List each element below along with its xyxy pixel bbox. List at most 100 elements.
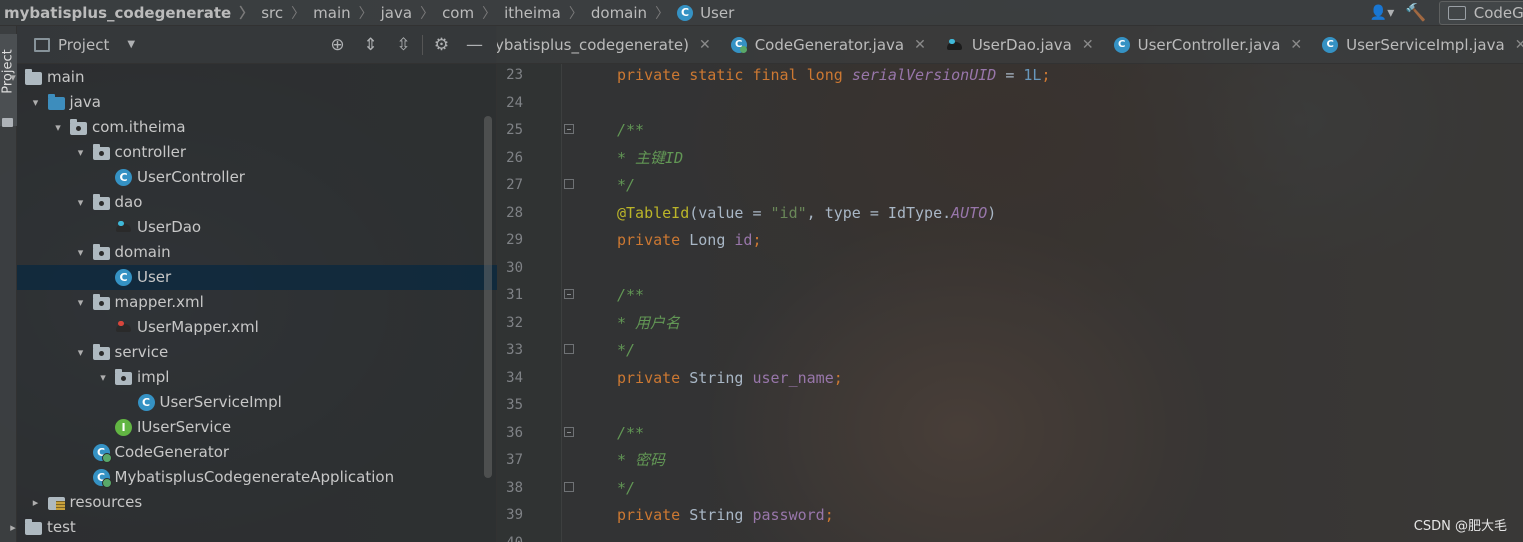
expand-all-icon[interactable]: ⇕	[354, 26, 387, 64]
tree-item[interactable]: C MybatisplusCodegenerateApplication	[17, 465, 497, 490]
fold-end-icon[interactable]	[564, 179, 574, 189]
toolbar-divider	[422, 35, 423, 55]
run-configuration-selector[interactable]: CodeG	[1439, 1, 1523, 25]
folder-icon	[25, 69, 42, 85]
breadcrumb-src[interactable]: src 〉	[261, 3, 313, 23]
code-text: private String password;	[617, 506, 834, 524]
fold-end-icon[interactable]	[564, 344, 574, 354]
editor-tab[interactable]: ybatisplus_codegenerate) ✕	[497, 26, 721, 63]
breadcrumb-main[interactable]: main 〉	[313, 3, 380, 23]
breadcrumb-domain[interactable]: domain 〉	[591, 3, 677, 23]
chevron-down-icon[interactable]: ▾	[97, 365, 109, 390]
chevron-down-icon[interactable]: ▾	[7, 65, 19, 90]
user-icon[interactable]: 👤▾	[1367, 3, 1397, 23]
tree-item[interactable]: ▸ resources	[17, 490, 497, 515]
breadcrumb-label: java	[380, 3, 413, 22]
tree-item[interactable]: ▸ test	[10, 515, 497, 540]
breadcrumb-user[interactable]: C User	[677, 4, 734, 22]
tree-item[interactable]: ▾ com.itheima	[17, 115, 497, 140]
chevron-right-icon[interactable]: ▸	[7, 515, 19, 540]
tree-item[interactable]: ▾ domain	[17, 240, 497, 265]
tree-item-label: UserController	[137, 168, 245, 186]
tree-item-label: UserDao	[137, 218, 202, 236]
minimize-icon[interactable]: —	[458, 26, 491, 64]
fold-toggle-icon[interactable]	[564, 426, 574, 437]
code-line-26: 26 * 主键ID	[497, 147, 1523, 175]
chevron-down-icon[interactable]: ▾	[75, 140, 87, 165]
code-text: * 密码	[617, 451, 666, 469]
editor-tab[interactable]: C CodeGenerator.java ✕	[721, 26, 936, 63]
tree-item[interactable]: UserMapper.xml	[17, 315, 497, 340]
close-icon[interactable]: ✕	[1515, 37, 1523, 53]
watermark: CSDN @肥大毛	[1413, 519, 1507, 534]
interface-icon: I	[115, 419, 132, 436]
breadcrumb-label: domain	[590, 3, 648, 22]
chevron-right-icon[interactable]: ▸	[30, 490, 42, 515]
chevron-down-icon[interactable]: ▾	[75, 240, 87, 265]
breadcrumb-com[interactable]: com 〉	[442, 3, 504, 23]
tree-item[interactable]: C UserController	[17, 165, 497, 190]
editor-tab[interactable]: C UserController.java ✕	[1104, 26, 1313, 63]
tree-item-label: impl	[137, 368, 170, 386]
package-icon	[92, 194, 110, 210]
left-tool-stripe: Project	[0, 26, 17, 542]
breadcrumb-project[interactable]: mybatisplus_codegenerate 〉	[4, 3, 261, 23]
chevron-down-icon[interactable]: ▾	[75, 340, 87, 365]
tree-item[interactable]: ▾ impl	[17, 365, 497, 390]
project-panel: Project ▼ ⊕ ⇕ ⇳ ⚙ — ▾ main ▾ java ▾ com.ithei…	[10, 26, 497, 542]
hammer-icon[interactable]: 🔨	[1405, 3, 1427, 23]
tree-item[interactable]: C UserServiceImpl	[17, 390, 497, 415]
line-number: 34	[506, 369, 523, 386]
chevron-down-icon[interactable]: ▾	[75, 190, 87, 215]
tree-item[interactable]: I IUserService	[17, 415, 497, 440]
fold-end-icon[interactable]	[564, 481, 574, 492]
breadcrumb-separator: 〉	[358, 5, 373, 22]
chevron-down-icon[interactable]: ▾	[52, 115, 64, 140]
run-configuration-label: CodeG	[1473, 4, 1523, 22]
tree-item[interactable]: UserDao	[17, 215, 497, 240]
tree-item-label: User	[137, 268, 172, 286]
chevron-down-icon[interactable]: ▾	[30, 90, 42, 115]
tree-item[interactable]: ▾ mapper.xml	[17, 290, 497, 315]
fold-toggle-icon[interactable]	[564, 289, 574, 299]
tree-item-label: dao	[114, 193, 143, 211]
breadcrumb-label: main	[313, 3, 351, 22]
code-text: private static final long serialVersionU…	[617, 66, 1051, 84]
tree-item[interactable]: ▾ service	[17, 340, 497, 365]
tree-item-label: main	[47, 68, 85, 86]
runnable-class-icon: C	[92, 444, 112, 463]
editor-tab-label: UserDao.java	[971, 35, 1072, 54]
class-icon: C	[677, 4, 694, 21]
editor-tabs: ybatisplus_codegenerate) ✕ C CodeGenerator.…	[497, 26, 1523, 64]
project-panel-title: Project	[58, 35, 110, 54]
collapse-all-icon[interactable]: ⇳	[387, 26, 420, 64]
chevron-down-icon[interactable]: ▾	[75, 290, 87, 315]
tree-item-label: service	[114, 343, 169, 361]
close-icon[interactable]: ✕	[1290, 37, 1302, 53]
close-icon[interactable]: ✕	[1082, 37, 1094, 53]
project-tree-scrollbar[interactable]	[484, 116, 492, 478]
breadcrumb-java[interactable]: java 〉	[381, 3, 442, 23]
tree-item[interactable]: ▾ main	[10, 65, 497, 90]
code-text: /**	[617, 121, 645, 139]
breadcrumb-itheima[interactable]: itheima 〉	[504, 3, 591, 23]
code-line-31: 31 /**	[497, 284, 1523, 312]
tree-item[interactable]: ▾ dao	[17, 190, 497, 215]
fold-toggle-icon[interactable]	[564, 124, 574, 134]
tree-item[interactable]: C CodeGenerator	[17, 440, 497, 465]
editor-tab[interactable]: C UserServiceImpl.java ✕	[1312, 26, 1523, 63]
class-icon: C	[115, 269, 132, 286]
crosshair-icon[interactable]: ⊕	[321, 26, 354, 64]
tree-item[interactable]: C User	[17, 265, 497, 290]
project-view-selector[interactable]: Project ▼	[34, 36, 135, 54]
code-editor[interactable]: 23 private static final long serialVersi…	[497, 64, 1523, 542]
gear-icon[interactable]: ⚙	[425, 26, 458, 64]
editor-tab[interactable]: UserDao.java ✕	[936, 26, 1104, 63]
close-icon[interactable]: ✕	[699, 37, 711, 53]
tree-item[interactable]: ▾ controller	[17, 140, 497, 165]
close-icon[interactable]: ✕	[914, 37, 926, 53]
line-number: 40	[497, 532, 523, 542]
line-number: 33	[506, 342, 523, 358]
tree-item[interactable]: ▾ java	[17, 90, 497, 115]
project-tree: ▾ main ▾ java ▾ com.itheima ▾ controller C UserCo…	[10, 65, 497, 540]
